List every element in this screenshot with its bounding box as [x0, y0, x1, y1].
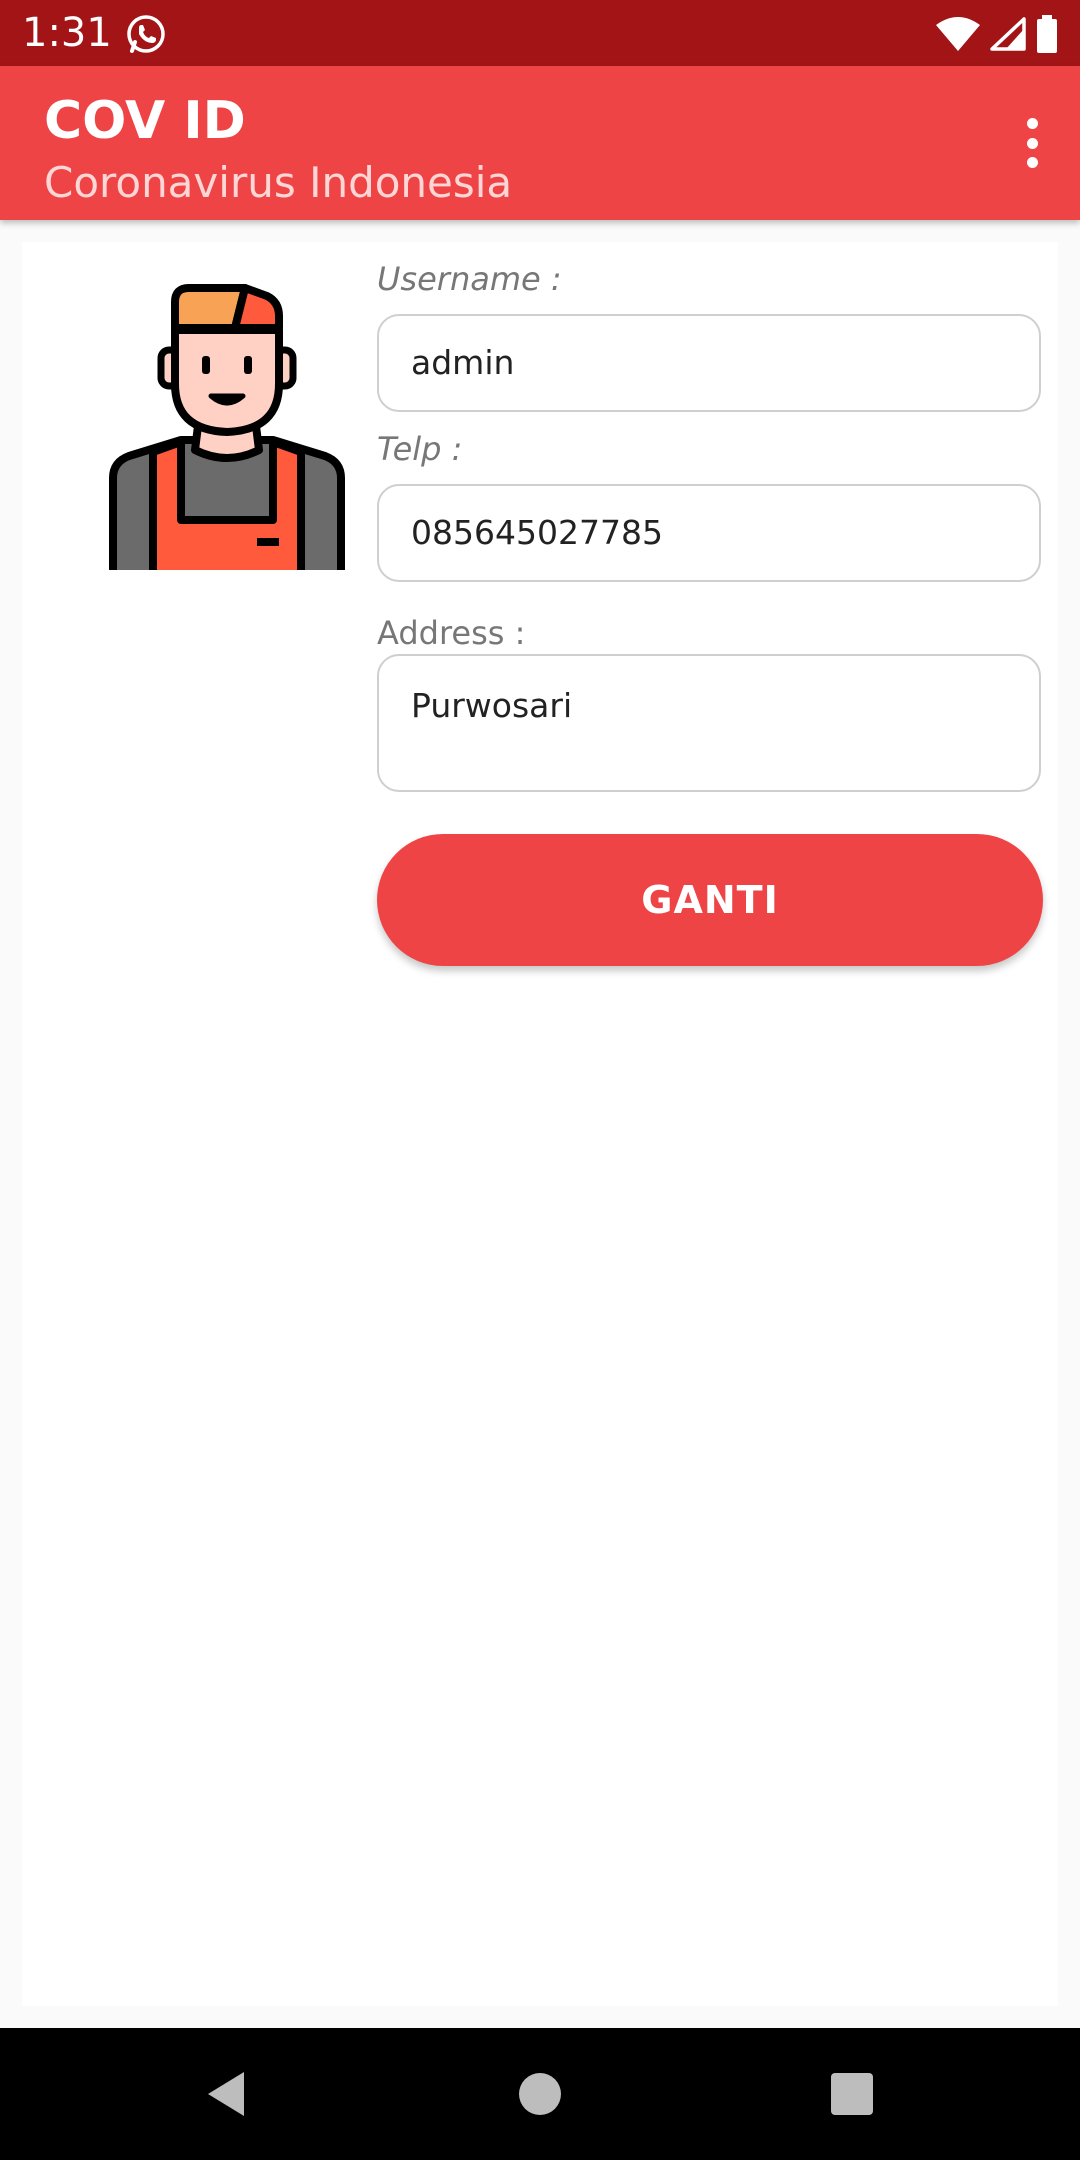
status-bar: 1:31	[0, 0, 1080, 66]
status-icons	[936, 14, 1058, 54]
telp-field[interactable]: 085645027785	[377, 484, 1041, 582]
app-title: COV ID	[44, 91, 246, 151]
status-time: 1:31	[22, 10, 112, 56]
home-icon[interactable]	[510, 2064, 570, 2124]
back-icon[interactable]	[196, 2064, 256, 2124]
signal-icon	[990, 17, 1026, 51]
battery-icon	[1037, 15, 1057, 53]
app-subtitle: Coronavirus Indonesia	[44, 158, 513, 207]
address-field[interactable]: Purwosari	[377, 654, 1041, 792]
recents-icon[interactable]	[822, 2064, 882, 2124]
wifi-icon	[936, 17, 980, 51]
whatsapp-icon	[127, 15, 165, 53]
overflow-menu-icon[interactable]	[1024, 118, 1040, 168]
address-label: Address :	[377, 614, 526, 652]
profile-card: Username : admin Telp : 085645027785 Add…	[22, 242, 1058, 2006]
telp-label: Telp :	[377, 430, 463, 468]
navigation-bar	[0, 2028, 1080, 2160]
ganti-button[interactable]: GANTI	[377, 834, 1043, 966]
user-avatar-icon	[109, 284, 345, 570]
app-bar: COV ID Coronavirus Indonesia	[0, 66, 1080, 220]
username-label: Username :	[377, 260, 562, 298]
username-field[interactable]: admin	[377, 314, 1041, 412]
